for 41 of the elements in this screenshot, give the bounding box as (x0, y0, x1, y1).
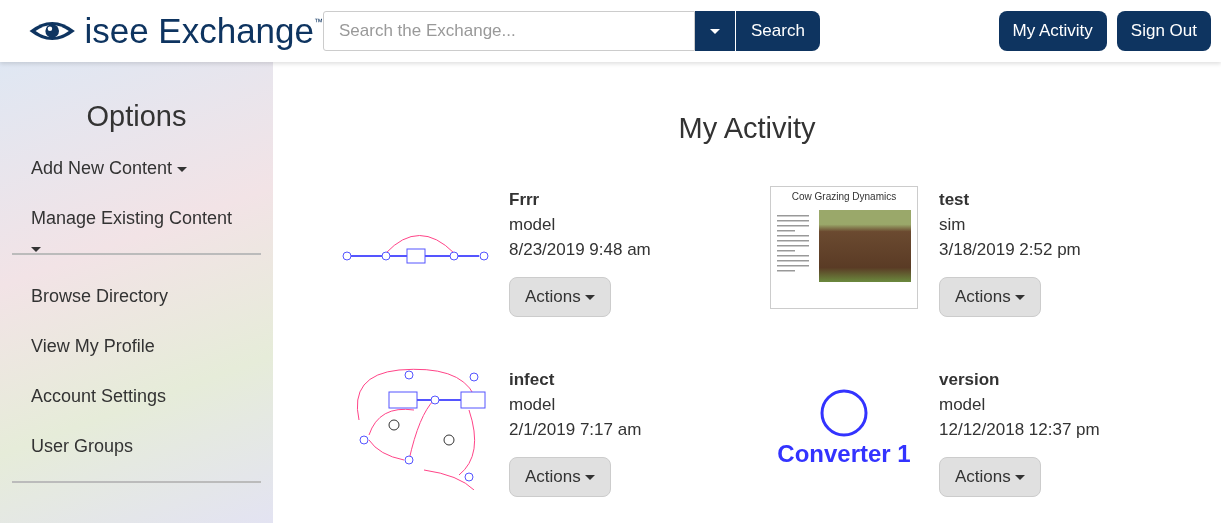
caret-icon (31, 246, 41, 252)
item-date: 2/1/2019 7:17 am (509, 419, 642, 441)
caret-icon (177, 166, 188, 172)
item-title[interactable]: version (939, 367, 1100, 392)
actions-dropdown-button[interactable]: Actions (509, 277, 612, 317)
search-dropdown-button[interactable] (695, 11, 736, 51)
sidebar-title: Options (85, 100, 188, 133)
item-title[interactable]: Frrr (509, 187, 651, 212)
caret-icon (585, 295, 596, 300)
sidebar-dropdown[interactable]: Manage Existing Content (12, 203, 261, 253)
sidebar-link[interactable]: Account Settings (12, 381, 261, 431)
search-field[interactable]: Search the Exchange... (323, 11, 695, 51)
item-date: 3/18/2019 2:52 pm (939, 239, 1081, 261)
simulation-thumbnail[interactable]: Cow Grazing Dynamics (770, 186, 918, 309)
item-type: model (509, 214, 557, 236)
item-type: sim (939, 214, 967, 236)
sidebar-link[interactable]: User Groups (12, 431, 261, 481)
logo-text[interactable]: isee Exchange$^{™}$ (84, 11, 323, 51)
item-type: model (939, 394, 987, 416)
sidebar-dropdown[interactable]: Add New Content (12, 153, 261, 203)
nav-button[interactable]: Sign Out (1116, 11, 1211, 51)
page-title: My Activity (677, 112, 817, 145)
thumbnail-title: Cow Grazing Dynamics (791, 191, 897, 202)
actions-dropdown-button[interactable]: Actions (509, 457, 612, 497)
actions-dropdown-button[interactable]: Actions (939, 277, 1042, 317)
caret-icon (1015, 475, 1026, 480)
circle-icon (819, 387, 869, 438)
item-title[interactable]: test (939, 187, 1081, 212)
item-date: 12/12/2018 12:37 pm (939, 419, 1100, 441)
nav-button[interactable]: My Activity (998, 11, 1107, 51)
item-type: model (509, 394, 557, 416)
sidebar-link[interactable]: Browse Directory (12, 281, 261, 331)
caret-icon (1015, 295, 1026, 300)
converter-label: Converter 1 (777, 439, 911, 468)
sidebar-link[interactable]: View My Profile (12, 331, 261, 381)
search-button[interactable]: Search (736, 11, 820, 51)
caret-icon (710, 28, 720, 34)
item-date: 8/23/2019 9:48 am (509, 239, 651, 261)
actions-dropdown-button[interactable]: Actions (939, 457, 1042, 497)
item-title[interactable]: infect (509, 367, 642, 392)
caret-icon (585, 475, 596, 480)
